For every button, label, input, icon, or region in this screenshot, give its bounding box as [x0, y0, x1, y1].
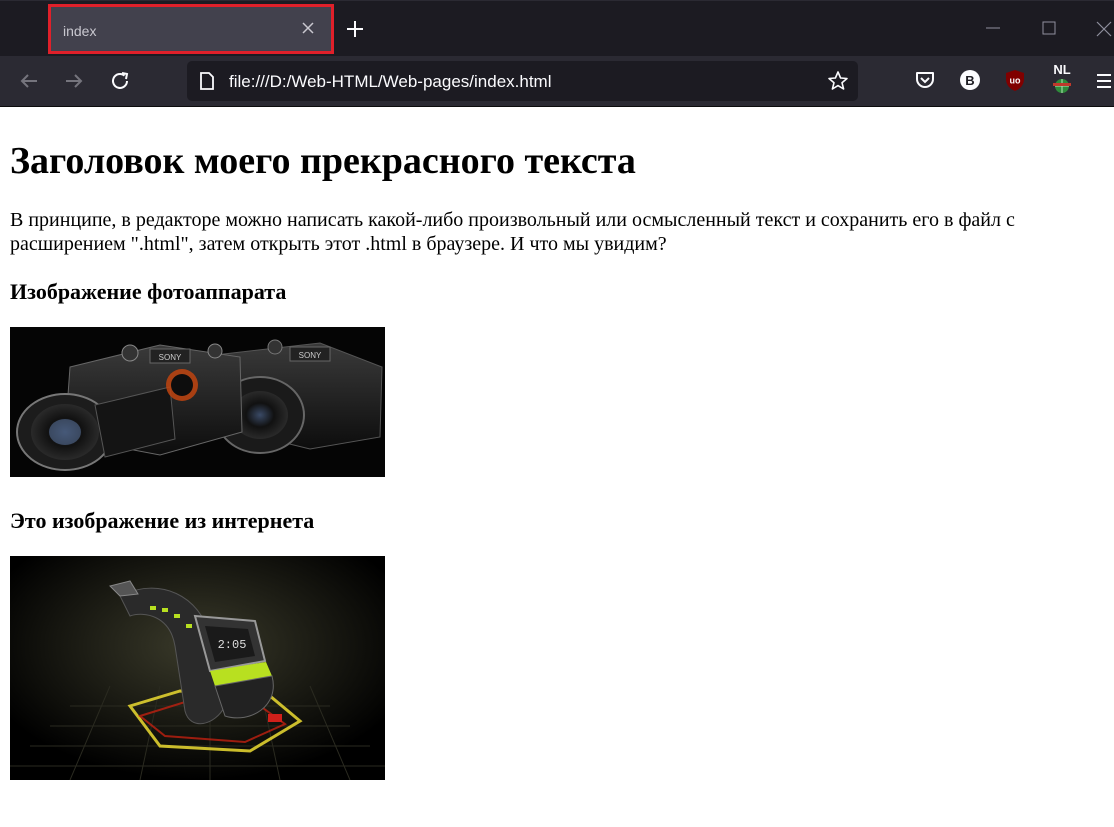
b-extension-label: B [965, 73, 974, 88]
svg-text:SONY: SONY [159, 353, 182, 362]
sport-watch-image: 2:05 [10, 556, 385, 780]
ublock-shield-icon[interactable]: uo [1003, 68, 1027, 92]
svg-text:2:05: 2:05 [218, 638, 247, 652]
new-tab-plus-icon[interactable] [344, 18, 366, 40]
internet-image-heading: Это изображение из интернета [10, 508, 315, 533]
pocket-icon[interactable] [913, 68, 937, 92]
navigation-toolbar: file:///D:/Web-HTML/Web-pages/index.html… [0, 56, 1114, 107]
reload-icon[interactable] [109, 70, 131, 92]
tab-title: index [63, 23, 97, 39]
b-extension-icon[interactable]: B [958, 68, 982, 92]
camera-heading: Изображение фотоаппарата [10, 279, 287, 304]
close-icon[interactable] [299, 19, 317, 37]
camera-image: SONY SONY [10, 327, 385, 477]
title-bar: index [0, 0, 1114, 56]
back-arrow-icon[interactable] [18, 70, 40, 92]
bookmark-star-icon[interactable] [827, 70, 849, 92]
camera-brand-label: SONY [299, 351, 322, 360]
tab-index[interactable]: index [48, 4, 334, 54]
page-heading: Заголовок моего прекрасного текста [10, 140, 636, 182]
url-text[interactable]: file:///D:/Web-HTML/Web-pages/index.html [229, 72, 552, 92]
address-bar[interactable]: file:///D:/Web-HTML/Web-pages/index.html [187, 61, 858, 101]
forward-arrow-icon[interactable] [63, 70, 85, 92]
minimize-icon[interactable] [984, 19, 1002, 37]
maximize-icon[interactable] [1040, 19, 1058, 37]
window-close-icon[interactable] [1094, 19, 1114, 39]
hamburger-menu-icon[interactable] [1094, 71, 1114, 91]
nl-extension-label: NL [1053, 62, 1070, 77]
page-icon[interactable] [199, 72, 215, 90]
nl-extension-icon[interactable]: NL [1048, 62, 1076, 96]
svg-text:uo: uo [1010, 76, 1021, 86]
intro-paragraph: В принципе, в редакторе можно написать к… [10, 209, 1015, 255]
